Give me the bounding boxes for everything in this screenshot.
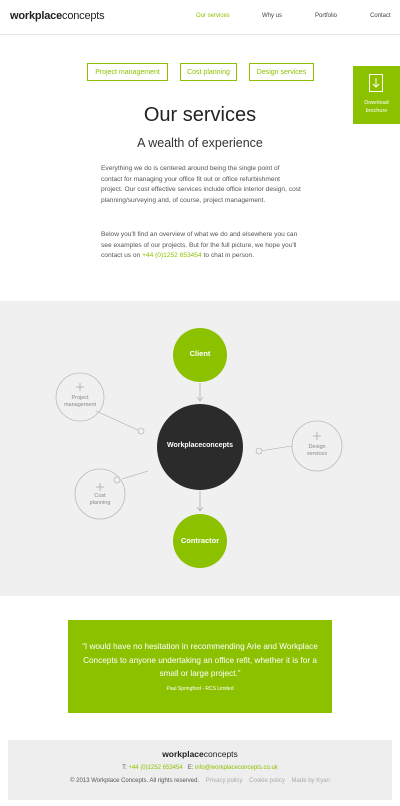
- testimonial-block: “I would have no hesitation in recommend…: [68, 620, 332, 713]
- phone-link[interactable]: +44 (0)1252 653454: [142, 252, 202, 259]
- page-title: Our services: [143, 104, 257, 126]
- footer-logo[interactable]: workplaceconcepts: [8, 749, 392, 759]
- intro-paragraph: Everything we do is centered around bein…: [101, 165, 301, 204]
- contact-paragraph: Below you'll find an overview of what we…: [101, 231, 298, 259]
- made-by-link[interactable]: Made by Kyan: [292, 778, 330, 784]
- plus-icon: [313, 432, 321, 440]
- nav-why-us[interactable]: Why us: [262, 13, 282, 19]
- page-subtitle: A wealth of experience: [137, 136, 263, 150]
- cookie-policy-link[interactable]: Cookie policy: [249, 778, 285, 784]
- nav-portfolio[interactable]: Portfolio: [315, 13, 337, 19]
- project-management-label[interactable]: Project management: [50, 395, 110, 409]
- nav-contact[interactable]: Contact: [370, 13, 391, 19]
- nav-our-services[interactable]: Our services: [196, 13, 230, 19]
- plus-icon: [96, 483, 104, 491]
- footer-phone-link[interactable]: +44 (0)1252 653454: [128, 765, 182, 771]
- cost-planning-label[interactable]: Cost planning: [70, 493, 130, 507]
- site-footer: workplaceconcepts T: +44 (0)1252 653454 …: [8, 740, 392, 800]
- testimonial-cite: Paul Springford - RCS Limited: [166, 686, 234, 692]
- privacy-policy-link[interactable]: Privacy policy: [206, 778, 243, 784]
- site-logo[interactable]: workplaceconcepts: [10, 10, 105, 22]
- footer-legal: © 2013 Workplace Concepts. All rights re…: [8, 778, 392, 784]
- site-header: workplaceconcepts Our services Why us Po…: [0, 0, 400, 35]
- client-label: Client: [189, 349, 211, 358]
- tab-design-services[interactable]: Design services: [249, 63, 314, 81]
- copyright-text: © 2013 Workplace Concepts. All rights re…: [70, 778, 200, 784]
- plus-icon: [76, 383, 84, 391]
- contractor-label: Contractor: [180, 536, 220, 545]
- services-diagram: Client Workplaceconcepts Contractor Proj…: [0, 301, 400, 596]
- footer-email-link[interactable]: info@workplaceconcepts.co.uk: [195, 765, 278, 771]
- center-label: Workplaceconcepts: [166, 442, 233, 449]
- design-services-label[interactable]: Design services: [287, 444, 347, 458]
- testimonial-text: “I would have no hesitation in recommend…: [82, 642, 318, 678]
- tab-cost-planning[interactable]: Cost planning: [180, 63, 237, 81]
- tab-project-management[interactable]: Project management: [87, 63, 168, 81]
- footer-contact: T: +44 (0)1252 653454 E: info@workplacec…: [122, 765, 278, 771]
- download-arrow-icon: [369, 74, 383, 92]
